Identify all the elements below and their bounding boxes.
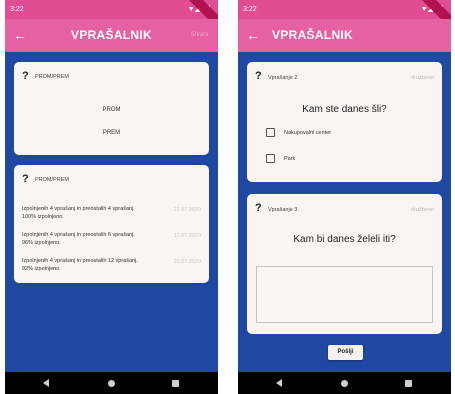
nav-back-icon[interactable] bbox=[276, 379, 282, 387]
answer-textarea[interactable] bbox=[256, 266, 433, 323]
question-mark-icon: ? bbox=[22, 70, 29, 82]
history-row-date: 10.07.2020 bbox=[173, 259, 201, 265]
question-mark-icon: ? bbox=[22, 173, 29, 185]
question-3-card: ? Vprašanje 3 družbeno Kam bi danes žele… bbox=[247, 194, 442, 334]
card-title: PROM/PREM bbox=[35, 74, 69, 80]
card-title: PROM/PREM bbox=[35, 177, 69, 183]
nav-recents-icon[interactable] bbox=[172, 380, 179, 387]
question-text: Kam ste danes šli? bbox=[302, 104, 387, 115]
checkbox-option[interactable] bbox=[266, 128, 275, 137]
status-time: 3:22 bbox=[243, 6, 257, 13]
nav-home-icon[interactable] bbox=[108, 380, 115, 387]
nav-back-icon[interactable] bbox=[43, 379, 49, 387]
status-bar: 3:22 ▼◢ bbox=[238, 0, 451, 19]
page-title: VPRAŠALNIK bbox=[70, 28, 152, 42]
history-row-date: 11.07.2020 bbox=[173, 233, 201, 239]
nav-recents-icon[interactable] bbox=[405, 380, 412, 387]
nav-home-icon[interactable] bbox=[341, 380, 348, 387]
history-row-date: 12.07.2020 bbox=[173, 207, 201, 213]
question-mark-icon: ? bbox=[255, 70, 262, 82]
question-category: družbeno bbox=[411, 75, 434, 81]
question-category: družbeno bbox=[411, 207, 434, 213]
option-prom[interactable]: PROM bbox=[14, 107, 209, 113]
prom-prem-history-card: ? PROM/PREM Izpolnjenih 4 vprašanj in pr… bbox=[14, 165, 209, 283]
history-row-text[interactable]: Izpolnjenih 4 vprašanj in preostalih 4 v… bbox=[22, 205, 140, 221]
page-title: VPRAŠALNIK bbox=[272, 28, 354, 42]
save-action-button[interactable]: Shrani bbox=[191, 19, 208, 52]
question-2-card: ? Vprašanje 2 družbeno Kam ste danes šli… bbox=[247, 62, 442, 182]
back-arrow-icon[interactable]: ← bbox=[246, 26, 260, 44]
question-text: Kam bi danes želeli iti? bbox=[293, 234, 396, 245]
submit-button[interactable]: Pošlji bbox=[328, 345, 363, 360]
system-nav-bar bbox=[238, 372, 451, 394]
checkbox-label: Park bbox=[284, 156, 296, 162]
app-bar: ← VPRAŠALNIK Shrani bbox=[5, 19, 218, 52]
checkbox-label: Nakupovalni center bbox=[284, 130, 332, 136]
question-number: Vprašanje 2 bbox=[268, 75, 298, 81]
app-bar: ← VPRAŠALNIK bbox=[238, 19, 451, 52]
left-phone-screen: 3:22 ▼◢ ← VPRAŠALNIK Shrani ? PROM/PREM … bbox=[5, 0, 218, 394]
question-mark-icon: ? bbox=[255, 202, 262, 214]
system-nav-bar bbox=[5, 372, 218, 394]
prom-prem-selection-card: ? PROM/PREM PROM PREM bbox=[14, 62, 209, 155]
checkbox-option[interactable] bbox=[266, 154, 275, 163]
option-prem[interactable]: PREM bbox=[14, 130, 209, 136]
status-time: 3:22 bbox=[10, 6, 24, 13]
history-row-text[interactable]: Izpolnjenih 4 vprašanj in preostalih 6 v… bbox=[22, 231, 140, 247]
question-number: Vprašanje 3 bbox=[268, 207, 298, 213]
right-phone-screen: 3:22 ▼◢ ← VPRAŠALNIK ? Vprašanje 2 družb… bbox=[238, 0, 451, 394]
history-row-text[interactable]: Izpolnjenih 4 vprašanj in preostalih 12 … bbox=[22, 257, 140, 273]
status-bar: 3:22 ▼◢ bbox=[5, 0, 218, 19]
